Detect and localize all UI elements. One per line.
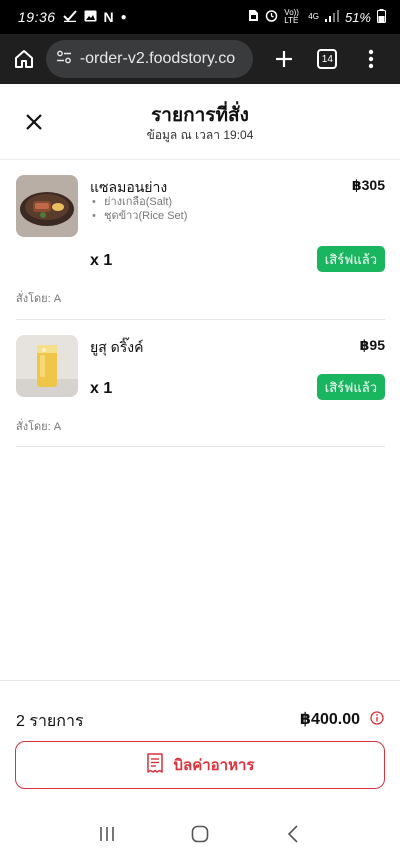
more-menu-icon[interactable]: [352, 40, 390, 78]
view-bill-button[interactable]: บิลค่าอาหาร: [15, 741, 385, 789]
image-notification-icon: [84, 9, 97, 25]
sim-icon: [248, 9, 259, 25]
site-settings-icon[interactable]: [56, 50, 72, 69]
status-bar: 19:36 N ● Vo)) LTE 4G 51%: [0, 0, 400, 34]
total-price: ฿400.00: [299, 711, 360, 728]
info-icon[interactable]: [370, 711, 384, 725]
browser-toolbar: -order-v2.foodstory.co 14: [0, 34, 400, 84]
signal-icon: [324, 9, 339, 25]
order-item: แซลมอนย่าง ฿305 ย่างเกลือ(Salt) ชุดข้าว(…: [16, 175, 385, 320]
check-download-icon: [62, 9, 77, 25]
back-nav-icon[interactable]: [273, 814, 313, 854]
dot-icon: ●: [120, 11, 127, 23]
item-option: ย่างเกลือ(Salt): [90, 195, 187, 209]
android-navigation-bar: [0, 810, 400, 858]
order-item: ยูสุ ดริ๊งค์ ฿95 x 1 เสิร์ฟแล้ว สั่งโดย:…: [16, 335, 385, 447]
served-status-badge: เสิร์ฟแล้ว: [316, 374, 385, 400]
item-quantity: x 1: [90, 252, 113, 269]
ordered-by: สั่งโดย: A: [16, 421, 62, 433]
yuzu-drink-image: [16, 335, 78, 397]
order-summary: 2 รายการ ฿400.00 บิลค่าอาหาร: [0, 680, 400, 800]
battery-level: 51%: [344, 9, 371, 25]
new-tab-button[interactable]: [265, 40, 303, 78]
receipt-icon: [146, 753, 164, 777]
salmon-dish-image: [16, 175, 78, 237]
status-time: 19:36: [18, 9, 56, 25]
netflix-icon: N: [103, 9, 114, 25]
volte-label: Vo)) LTE: [284, 8, 299, 25]
page-subtitle: ข้อมูล ณ เวลา 19:04: [146, 128, 254, 142]
page-header: รายการที่สั่ง ข้อมูล ณ เวลา 19:04: [0, 84, 400, 160]
url-bar[interactable]: -order-v2.foodstory.co: [45, 40, 253, 78]
item-option: ชุดข้าว(Rice Set): [90, 209, 187, 223]
url-text[interactable]: -order-v2.foodstory.co: [80, 50, 235, 68]
alarm-icon: [265, 9, 278, 25]
tab-switcher-button[interactable]: 14: [308, 40, 346, 78]
item-quantity: x 1: [90, 380, 113, 397]
tab-count: 14: [317, 49, 338, 69]
item-price: ฿305: [351, 177, 385, 193]
item-name: ยูสุ ดริ๊งค์: [90, 339, 144, 355]
ordered-by: สั่งโดย: A: [16, 293, 62, 305]
recent-apps-icon[interactable]: [87, 814, 127, 854]
home-icon[interactable]: [10, 45, 38, 73]
network-type: 4G: [308, 12, 319, 21]
item-price: ฿95: [359, 337, 385, 353]
home-nav-icon[interactable]: [180, 814, 220, 854]
item-count: 2 รายการ: [16, 713, 84, 730]
view-bill-label: บิลค่าอาหาร: [173, 757, 255, 774]
served-status-badge: เสิร์ฟแล้ว: [316, 246, 385, 272]
item-options: ย่างเกลือ(Salt) ชุดข้าว(Rice Set): [90, 195, 187, 223]
battery-icon: [377, 8, 386, 26]
